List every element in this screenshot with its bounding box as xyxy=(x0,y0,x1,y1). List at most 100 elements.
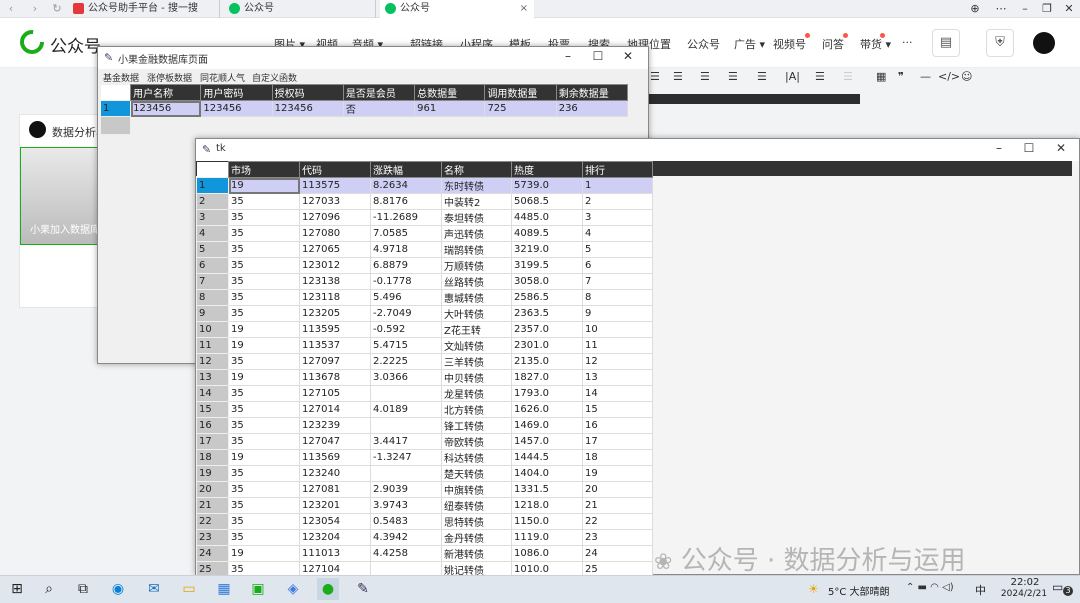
table-cell[interactable]: 35 xyxy=(228,305,300,322)
table-cell[interactable]: 4.9718 xyxy=(370,241,442,258)
notification-icon[interactable]: ▭ xyxy=(1052,580,1063,594)
row-index[interactable]: 4 xyxy=(196,225,229,242)
table-cell[interactable]: 金丹转债 xyxy=(441,529,512,546)
table-cell[interactable]: 3.4417 xyxy=(370,433,442,450)
row-index[interactable]: 17 xyxy=(196,433,229,450)
table-cell[interactable]: 19 xyxy=(228,337,300,354)
maximize-icon[interactable]: ☐ xyxy=(1015,141,1043,155)
clock-date[interactable]: 2024/2/21 xyxy=(996,589,1052,599)
table-cell[interactable]: 13 xyxy=(582,369,653,386)
menu-channels[interactable]: 视频号 xyxy=(773,33,810,52)
table-cell[interactable]: 5.496 xyxy=(370,289,442,306)
table-cell[interactable]: 1 xyxy=(582,177,653,194)
table-cell[interactable]: 123204 xyxy=(299,529,371,546)
table-cell[interactable]: 龙星转债 xyxy=(441,385,512,402)
globe-icon[interactable]: ⊕ xyxy=(962,0,988,18)
table-cell[interactable] xyxy=(370,417,442,434)
table-row[interactable]: 9 35 123205 -2.7049 大叶转债 2363.5 9 xyxy=(196,305,653,322)
column-header[interactable]: 涨跌幅 xyxy=(370,161,442,178)
table-row[interactable]: 13 19 113678 3.0366 中贝转债 1827.0 13 xyxy=(196,369,653,386)
table-cell[interactable]: 11 xyxy=(582,337,653,354)
table-cell[interactable]: 35 xyxy=(228,273,300,290)
table-cell[interactable]: 惠城转债 xyxy=(441,289,512,306)
maximize-icon[interactable]: ☐ xyxy=(584,49,612,63)
table-cell[interactable]: 35 xyxy=(228,513,300,530)
row-index[interactable]: 12 xyxy=(196,353,229,370)
shield-icon[interactable]: ⛨ xyxy=(986,29,1014,57)
table-cell[interactable]: 1404.0 xyxy=(511,465,583,482)
menu-qa[interactable]: 问答 xyxy=(822,33,848,52)
table-cell[interactable]: 123012 xyxy=(299,257,371,274)
search-icon[interactable]: ⌕ xyxy=(38,578,60,600)
align-left-icon[interactable]: ☰ xyxy=(650,70,660,83)
table-cell[interactable]: 123456 xyxy=(130,100,202,117)
browser-tab-active[interactable]: 公众号 × xyxy=(380,0,534,18)
table-cell[interactable]: 8 xyxy=(582,289,653,306)
table-cell[interactable]: 123201 xyxy=(299,497,371,514)
table-row[interactable]: 5 35 127065 4.9718 瑞鹄转债 3219.0 5 xyxy=(196,241,653,258)
column-header[interactable]: 用户密码 xyxy=(200,84,273,101)
table-cell[interactable]: 5 xyxy=(582,241,653,258)
column-header[interactable]: 调用数据量 xyxy=(484,84,557,101)
table-cell[interactable]: 113537 xyxy=(299,337,371,354)
line-height-icon[interactable]: ☰ xyxy=(728,70,738,83)
menu-ads[interactable]: 广告 ▾ xyxy=(734,36,765,52)
table-cell[interactable]: 中装转2 xyxy=(441,193,512,210)
ime-indicator[interactable]: 中 xyxy=(975,582,986,598)
align-right-icon[interactable]: ☰ xyxy=(700,70,710,83)
row-index[interactable]: 19 xyxy=(196,465,229,482)
table-cell[interactable]: 1626.0 xyxy=(511,401,583,418)
table-cell[interactable]: 35 xyxy=(228,353,300,370)
table-cell[interactable]: 14 xyxy=(582,385,653,402)
table-cell[interactable]: 0.5483 xyxy=(370,513,442,530)
table-cell[interactable]: 2301.0 xyxy=(511,337,583,354)
task-view-icon[interactable]: ⧉ xyxy=(72,578,94,600)
minimize-icon[interactable]: – xyxy=(554,49,582,63)
close-icon[interactable]: ✕ xyxy=(614,49,642,63)
table-row[interactable]: 21 35 123201 3.9743 纽泰转债 1218.0 21 xyxy=(196,497,653,514)
row-index[interactable]: 11 xyxy=(196,337,229,354)
row-index[interactable]: 20 xyxy=(196,481,229,498)
table-cell[interactable]: 4.4258 xyxy=(370,545,442,562)
file-explorer-icon[interactable]: ▭ xyxy=(178,578,200,600)
menu-dots-icon[interactable]: ⋯ xyxy=(988,0,1014,18)
table-row[interactable]: 19 35 123240 楚天转债 1404.0 19 xyxy=(196,465,653,482)
table-row[interactable]: 2 35 127033 8.8176 中装转2 5068.5 2 xyxy=(196,193,653,210)
row-index[interactable]: 24 xyxy=(196,545,229,562)
table-cell[interactable]: 113595 xyxy=(299,321,371,338)
column-header[interactable]: 授权码 xyxy=(271,84,344,101)
table-cell[interactable]: 35 xyxy=(228,497,300,514)
table-cell[interactable]: 127080 xyxy=(299,225,371,242)
table-cell[interactable]: 楚天转债 xyxy=(441,465,512,482)
table-row[interactable]: 1 123456 123456 123456 否 961 725 236 xyxy=(99,100,629,117)
table-cell[interactable]: 4 xyxy=(582,225,653,242)
close-icon[interactable]: ✕ xyxy=(1056,0,1080,18)
row-index[interactable]: 23 xyxy=(196,529,229,546)
forward-icon[interactable]: › xyxy=(28,2,42,16)
table-row[interactable]: 8 35 123118 5.496 惠城转债 2586.5 8 xyxy=(196,289,653,306)
table-cell[interactable]: 2363.5 xyxy=(511,305,583,322)
table-row[interactable]: 14 35 127105 龙星转债 1793.0 14 xyxy=(196,385,653,402)
menu-goods[interactable]: 带货 ▾ xyxy=(860,33,891,52)
table-cell[interactable]: 35 xyxy=(228,481,300,498)
table-cell[interactable]: 三羊转债 xyxy=(441,353,512,370)
table-cell[interactable]: 35 xyxy=(228,193,300,210)
table-cell[interactable]: 725 xyxy=(484,100,557,117)
code-icon[interactable]: </> xyxy=(938,70,960,83)
row-index[interactable]: 1 xyxy=(99,100,132,117)
table-cell[interactable]: 瑞鹄转债 xyxy=(441,241,512,258)
table-cell[interactable]: -2.7049 xyxy=(370,305,442,322)
table-cell[interactable]: 8.2634 xyxy=(370,177,442,194)
table-row[interactable]: 12 35 127097 2.2225 三羊转债 2135.0 12 xyxy=(196,353,653,370)
table-cell[interactable]: 1119.0 xyxy=(511,529,583,546)
wechat-icon[interactable]: ● xyxy=(317,578,339,600)
table-cell[interactable]: 35 xyxy=(228,433,300,450)
table-cell[interactable]: 7 xyxy=(582,273,653,290)
table-cell[interactable]: 123456 xyxy=(200,100,273,117)
table-cell[interactable]: 5.4715 xyxy=(370,337,442,354)
table-cell[interactable]: 2586.5 xyxy=(511,289,583,306)
table-cell[interactable]: 35 xyxy=(228,289,300,306)
table-cell[interactable]: 新港转债 xyxy=(441,545,512,562)
mail-icon[interactable]: ✉ xyxy=(143,578,165,600)
column-header[interactable]: 名称 xyxy=(441,161,512,178)
